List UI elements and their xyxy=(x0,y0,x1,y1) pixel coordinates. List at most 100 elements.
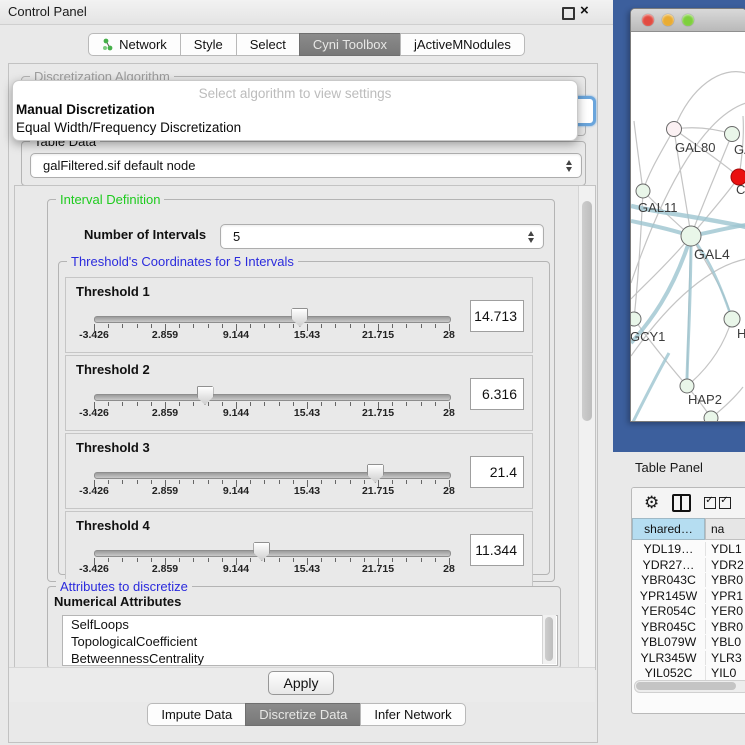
numerical-attributes-list[interactable]: SelfLoopsTopologicalCoefficientBetweenne… xyxy=(62,615,558,666)
table-panel-title: Table Panel xyxy=(635,460,703,475)
threshold-2-panel: Threshold 2-3.4262.8599.14415.4321.71528… xyxy=(65,355,533,431)
thresholds-group: Threshold's Coordinates for 5 Intervals … xyxy=(58,261,550,575)
threshold-label: Threshold 2 xyxy=(76,362,150,377)
popup-option-equal-width-frequency[interactable]: Equal Width/Frequency Discretization xyxy=(16,120,241,135)
table-toolbar: ⚙ xyxy=(632,488,745,518)
panel-title: Control Panel xyxy=(8,4,87,19)
tab-cyni-toolbox[interactable]: Cyni Toolbox xyxy=(299,33,400,56)
slider-thumb[interactable] xyxy=(253,542,270,561)
network-node-gal4[interactable] xyxy=(681,226,701,246)
column-header-1[interactable]: shared… xyxy=(632,518,705,540)
mac-close-button[interactable] xyxy=(642,14,654,26)
float-window-icon[interactable] xyxy=(562,7,575,20)
column-checkboxes-icon[interactable] xyxy=(704,497,731,509)
network-node-gal11[interactable] xyxy=(636,184,650,198)
network-node-hap2[interactable] xyxy=(680,379,694,393)
tab-network[interactable]: Network xyxy=(88,33,180,56)
tab-discretize-data[interactable]: Discretize Data xyxy=(245,703,360,726)
tab-select[interactable]: Select xyxy=(236,33,299,56)
algorithm-dropdown-popup: Select algorithm to view settings Manual… xyxy=(12,80,578,141)
node-label: GAL11 xyxy=(638,200,678,215)
numerical-attributes-label: Numerical Attributes xyxy=(54,594,181,609)
number-of-intervals-combobox[interactable]: 5 xyxy=(220,224,544,249)
main-vertical-scrollbar[interactable] xyxy=(578,186,595,669)
attribute-list-item[interactable]: TopologicalCoefficient xyxy=(63,633,557,650)
top-tab-bar: NetworkStyleSelectCyni ToolboxjActiveMNo… xyxy=(0,33,613,56)
apply-button[interactable]: Apply xyxy=(268,671,334,695)
threshold-label: Threshold 1 xyxy=(76,284,150,299)
settings-gear-icon[interactable]: ⚙ xyxy=(644,495,659,512)
tab-infer-network[interactable]: Infer Network xyxy=(360,703,465,726)
network-node-h[interactable] xyxy=(724,311,740,327)
node-label: C xyxy=(736,182,745,197)
node-label: HAP2 xyxy=(688,392,722,407)
network-graph-canvas[interactable]: GAL80 GAL C GAL11 GAL4 GCY1 H HAP2 xyxy=(631,31,745,421)
combo-stepper-icon xyxy=(562,160,576,172)
tab-impute-data[interactable]: Impute Data xyxy=(147,703,245,726)
table-row[interactable]: YBR045CYBR0 xyxy=(632,620,745,634)
node-label: GAL4 xyxy=(694,246,730,262)
table-row[interactable]: YBR043CYBR0 xyxy=(632,573,745,587)
threshold-value-field[interactable]: 6.316 xyxy=(470,378,524,410)
attribute-list-item[interactable]: BetweennessCentrality xyxy=(63,650,557,666)
slider-track[interactable] xyxy=(94,550,451,557)
tab-style[interactable]: Style xyxy=(180,33,236,56)
threshold-1-panel: Threshold 1-3.4262.8599.14415.4321.71528… xyxy=(65,277,533,353)
threshold-label: Threshold 3 xyxy=(76,440,150,455)
threshold-4-panel: Threshold 4-3.4262.8599.14415.4321.71528… xyxy=(65,511,533,587)
network-node-gal[interactable] xyxy=(725,127,740,142)
popup-option-manual-discretization[interactable]: Manual Discretization xyxy=(16,102,155,117)
split-columns-icon[interactable] xyxy=(672,494,691,512)
number-of-intervals-value: 5 xyxy=(221,229,524,244)
table-data-combobox[interactable]: galFiltered.sif default node xyxy=(30,153,582,178)
table-row[interactable]: YDL19…YDL1 xyxy=(632,542,745,556)
slider-thumb[interactable] xyxy=(291,308,308,327)
node-label: GCY1 xyxy=(631,329,665,344)
number-of-intervals-label: Number of Intervals xyxy=(84,227,206,242)
combo-stepper-icon xyxy=(524,231,538,243)
popup-placeholder-option[interactable]: Select algorithm to view settings xyxy=(13,86,577,101)
threshold-3-panel: Threshold 3-3.4262.8599.14415.4321.71528… xyxy=(65,433,533,509)
table-header-row: shared…na xyxy=(632,518,745,540)
threshold-value-field[interactable]: 14.713 xyxy=(470,300,524,332)
node-table: ⚙ shared…na YDL19…YDL1 YDR27…YDR2YBR043CY… xyxy=(631,487,745,714)
node-label: H xyxy=(737,326,745,341)
tab-jactivemnodules[interactable]: jActiveMNodules xyxy=(400,33,525,56)
table-horizontal-scrollbar[interactable] xyxy=(634,680,745,693)
table-panel: Table Panel ⚙ shared…na YDL19…YDL1 YDR27…… xyxy=(613,452,745,745)
table-row[interactable]: YPR145WYPR1 xyxy=(632,589,745,603)
slider-track[interactable] xyxy=(94,472,451,479)
table-data-value: galFiltered.sif default node xyxy=(31,158,562,173)
network-node-gcy1[interactable] xyxy=(631,312,641,326)
network-node-gal80[interactable] xyxy=(667,122,682,137)
node-label: GAL xyxy=(734,142,745,157)
slider-thumb[interactable] xyxy=(367,464,384,483)
slider-thumb[interactable] xyxy=(197,386,214,405)
attributes-group-title: Attributes to discretize xyxy=(56,579,192,594)
table-row[interactable]: YER054CYER0 xyxy=(632,604,745,618)
slider-track[interactable] xyxy=(94,316,451,323)
network-node[interactable] xyxy=(704,411,718,421)
slider-track[interactable] xyxy=(94,394,451,401)
interval-definition-group: Interval Definition Number of Intervals … xyxy=(47,199,555,582)
control-panel-window: Control Panel × NetworkStyleSelectCyni T… xyxy=(0,0,613,745)
table-row[interactable]: YBL079WYBL0 xyxy=(632,635,745,649)
interval-definition-title: Interval Definition xyxy=(56,192,164,207)
attributes-group: Attributes to discretize Numerical Attri… xyxy=(47,586,561,669)
table-row[interactable]: YIL052CYIL0 xyxy=(632,666,745,680)
node-label: GAL80 xyxy=(675,140,715,155)
bottom-tab-bar: Impute DataDiscretize DataInfer Network xyxy=(0,703,613,726)
mac-minimize-button[interactable] xyxy=(662,14,674,26)
attributes-scrollbar[interactable] xyxy=(542,615,556,664)
table-row[interactable]: YDR27…YDR2 xyxy=(632,558,745,572)
thresholds-group-title: Threshold's Coordinates for 5 Intervals xyxy=(67,254,298,269)
threshold-value-field[interactable]: 11.344 xyxy=(470,534,524,566)
threshold-value-field[interactable]: 21.4 xyxy=(470,456,524,488)
column-header-2[interactable]: na xyxy=(705,518,745,540)
mac-zoom-button[interactable] xyxy=(682,14,694,26)
table-row[interactable]: YLR345WYLR3 xyxy=(632,651,745,665)
network-window-titlebar[interactable] xyxy=(631,9,745,32)
attribute-list-item[interactable]: SelfLoops xyxy=(63,616,557,633)
close-icon[interactable]: × xyxy=(580,2,589,19)
settings-scroll-area: Interval Definition Number of Intervals … xyxy=(14,185,596,670)
